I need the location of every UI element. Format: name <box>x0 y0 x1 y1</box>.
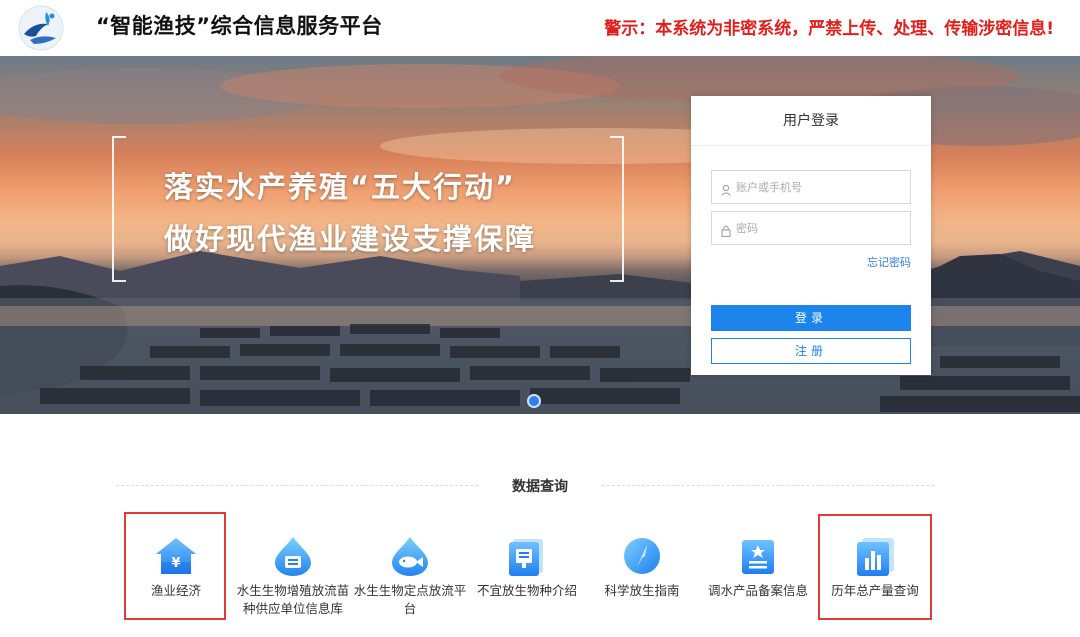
security-warning: 警示：本系统为非密系统，严禁上传、处理、传输涉密信息! <box>604 19 1054 39</box>
nav-label: 调水产品备案信息 <box>707 583 808 598</box>
document-icon <box>505 534 549 578</box>
slogan-bracket-left <box>112 136 126 282</box>
password-field[interactable] <box>711 211 911 245</box>
login-title: 用户登录 <box>691 96 931 146</box>
drop-tray-icon <box>271 534 315 578</box>
compass-icon <box>620 534 664 578</box>
header: “智能渔技”综合信息服务平台 警示：本系统为非密系统，严禁上传、处理、传输涉密信… <box>0 0 1080 56</box>
slogan-line-1: 落实水产养殖“五大行动” <box>164 170 517 204</box>
register-button[interactable]: 注册 <box>711 338 911 364</box>
section-divider-right <box>602 485 934 486</box>
nav-label: 水生生物增殖放流苗种供应单位信息库 <box>236 583 350 616</box>
user-icon <box>720 181 732 196</box>
nav-label: 不宜放生物种介绍 <box>476 583 577 598</box>
username-input[interactable] <box>736 171 906 203</box>
highlight-box-annual-output <box>818 514 932 620</box>
password-input[interactable] <box>736 212 906 244</box>
username-field[interactable] <box>711 170 911 204</box>
nav-label: 水生生物定点放流平台 <box>353 583 467 616</box>
slogan-line-2: 做好现代渔业建设支撑保障 <box>164 222 537 256</box>
nav-stock-supplier-database[interactable]: 水生生物增殖放流苗种供应单位信息库 <box>233 520 353 620</box>
carousel-dot[interactable] <box>527 394 541 408</box>
lock-icon <box>720 222 732 238</box>
nav-unsuitable-species[interactable]: 不宜放生物种介绍 <box>467 520 587 620</box>
slogan-bracket-right <box>610 136 624 282</box>
nav-label: 科学放生指南 <box>604 583 680 598</box>
nav-water-product-filing[interactable]: 调水产品备案信息 <box>698 520 818 620</box>
site-title: “智能渔技”综合信息服务平台 <box>96 14 383 38</box>
slogan-frame: 落实水产养殖“五大行动” 做好现代渔业建设支撑保障 <box>112 136 624 282</box>
login-panel: 用户登录 忘记密码 登录 注册 <box>691 96 931 375</box>
section-title: 数据查询 <box>512 479 568 495</box>
section-divider-left <box>116 485 478 486</box>
login-button[interactable]: 登录 <box>711 305 911 331</box>
nav-designated-release-platform[interactable]: 水生生物定点放流平台 <box>350 520 470 620</box>
site-logo[interactable] <box>16 4 66 52</box>
highlight-box-fishery-economy <box>124 512 226 620</box>
nav-release-guide[interactable]: 科学放生指南 <box>582 520 702 620</box>
drop-fish-icon <box>388 534 432 578</box>
star-list-icon <box>736 534 780 578</box>
forgot-password-link[interactable]: 忘记密码 <box>867 254 911 270</box>
